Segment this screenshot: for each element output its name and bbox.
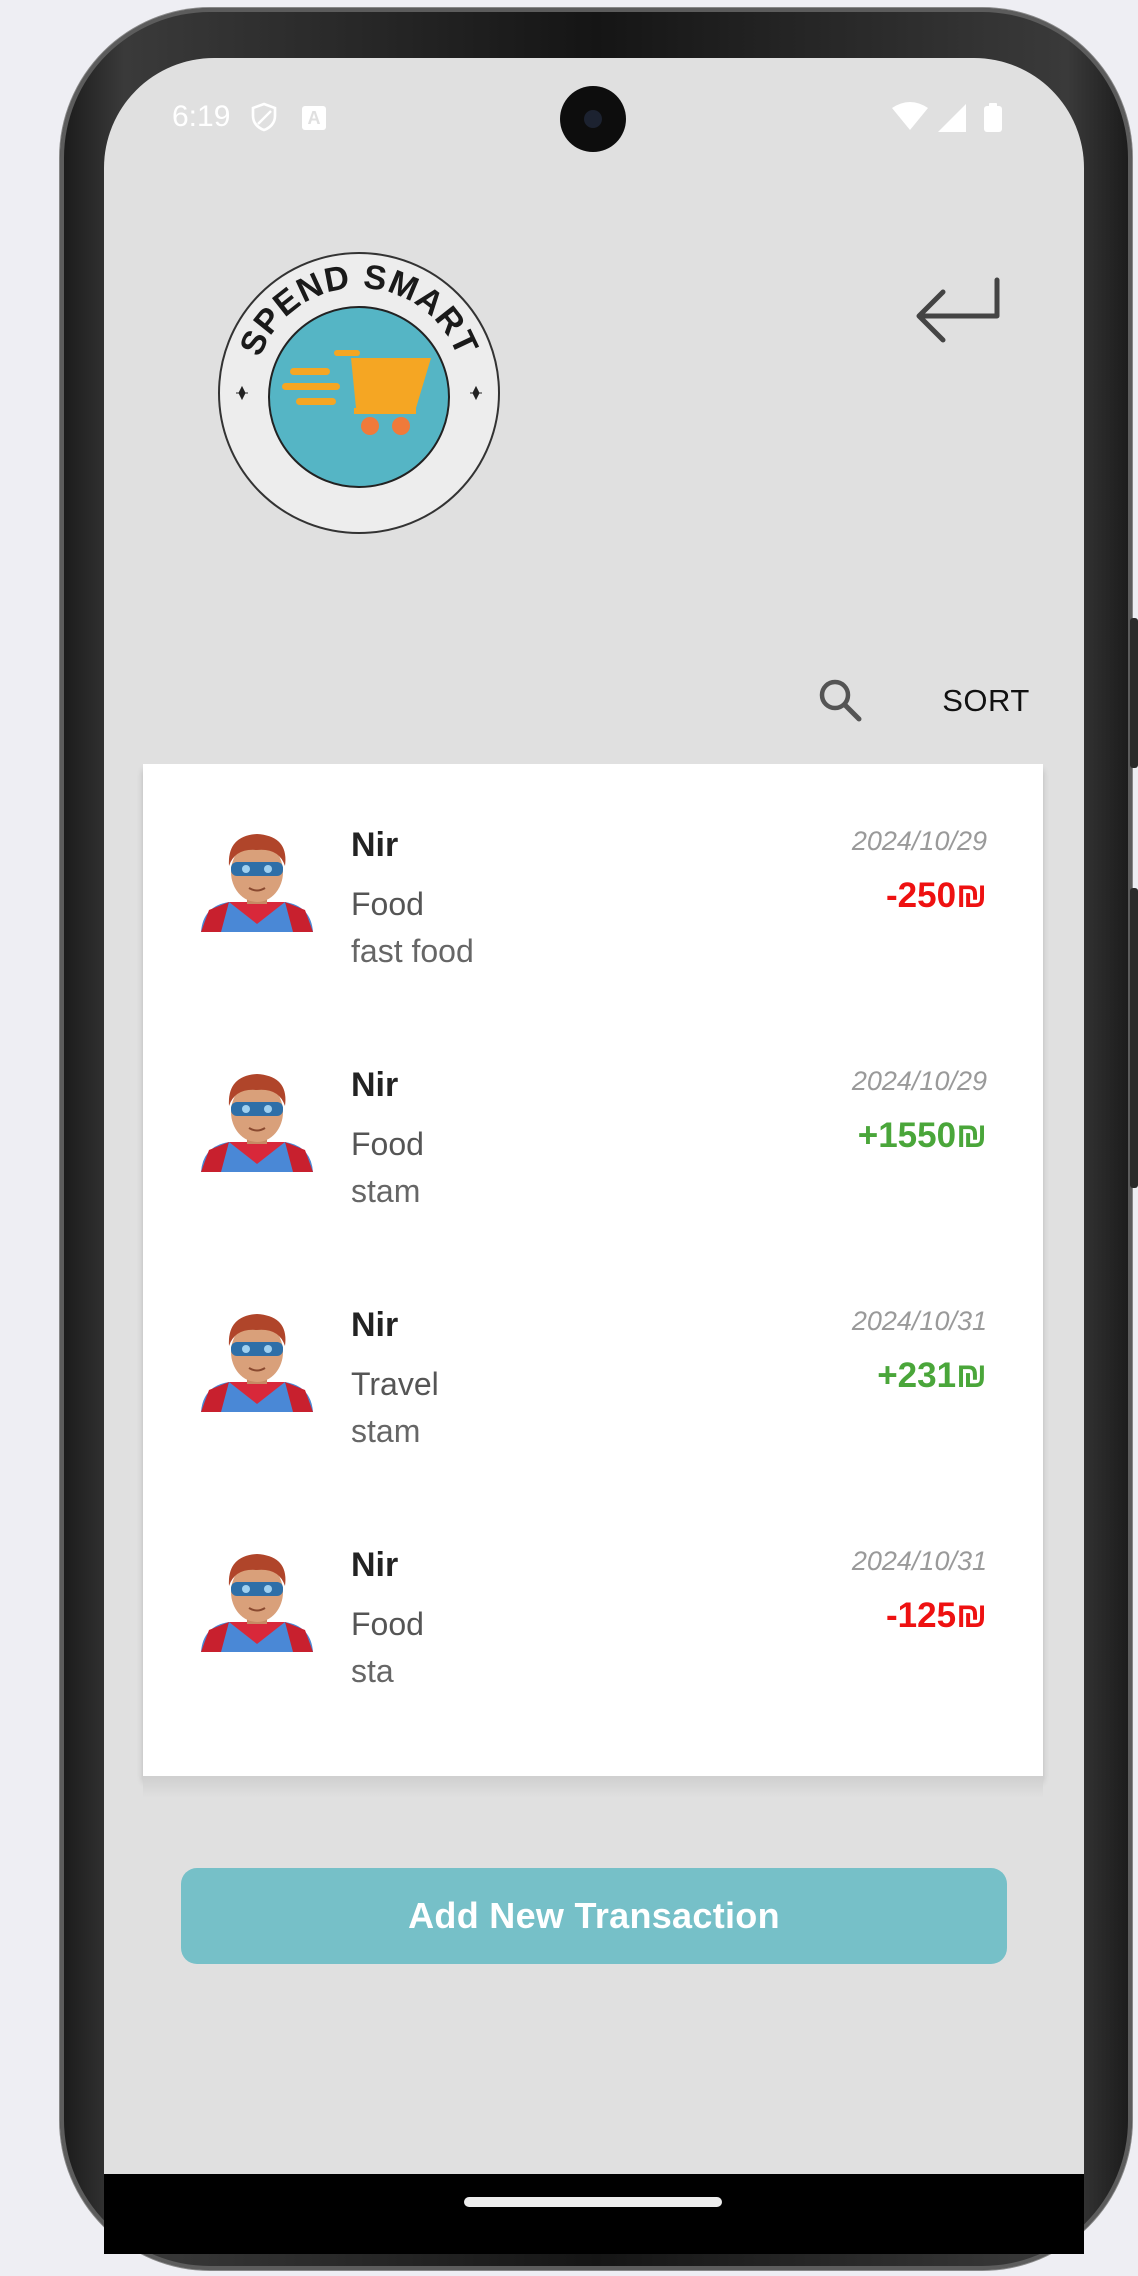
superhero-avatar-icon	[201, 1314, 313, 1412]
app-screen: 6:19 A SPEND SMART SORT Nir Food fast fo…	[104, 58, 1084, 2174]
transaction-row[interactable]: Nir Food stam 2024/10/29 +1550₪	[143, 1004, 1043, 1244]
transaction-date: 2024/10/31	[851, 1546, 987, 1576]
notification-a-icon: A	[302, 106, 326, 130]
back-button[interactable]	[910, 266, 1006, 362]
signal-icon	[938, 104, 966, 132]
sort-button[interactable]: SORT	[916, 676, 1056, 726]
front-camera	[560, 86, 626, 152]
transaction-amount: -250₪	[886, 876, 987, 915]
status-time: 6:19	[172, 100, 231, 133]
superhero-avatar-icon	[201, 1554, 313, 1652]
transaction-category: Food	[351, 886, 424, 922]
return-arrow-icon	[916, 277, 1000, 343]
transaction-amount: +1550₪	[857, 1116, 987, 1155]
spend-smart-logo: SPEND SMART	[218, 252, 500, 534]
transaction-amount: -125₪	[886, 1596, 987, 1635]
transaction-category: Travel	[351, 1366, 439, 1402]
search-button[interactable]	[810, 670, 870, 730]
transaction-name: Nir	[351, 826, 399, 864]
superhero-avatar-icon	[201, 1074, 313, 1172]
transaction-name: Nir	[351, 1066, 399, 1104]
navigation-bar	[104, 2174, 1084, 2254]
list-bottom-edge	[143, 1776, 1043, 1798]
transaction-note: stam	[351, 1413, 421, 1449]
search-icon	[819, 679, 862, 722]
transaction-date: 2024/10/29	[851, 826, 987, 856]
transaction-category: Food	[351, 1126, 424, 1162]
transaction-date: 2024/10/29	[851, 1066, 987, 1096]
transaction-name: Nir	[351, 1306, 399, 1344]
transaction-list[interactable]: Nir Food fast food 2024/10/29 -250₪ Nir	[143, 764, 1043, 1776]
transaction-note: stam	[351, 1173, 421, 1209]
home-indicator[interactable]	[464, 2197, 722, 2207]
transaction-amount: +231₪	[877, 1356, 987, 1395]
wifi-icon	[892, 102, 928, 130]
add-transaction-button[interactable]: Add New Transaction	[181, 1868, 1007, 1964]
transaction-name: Nir	[351, 1546, 399, 1584]
transaction-row[interactable]: Nir Travel stam 2024/10/31 +231₪	[143, 1244, 1043, 1484]
volume-button	[1130, 888, 1138, 1188]
superhero-avatar-icon	[201, 834, 313, 932]
transaction-date: 2024/10/31	[851, 1306, 987, 1336]
transaction-row[interactable]: Nir Food sta 2024/10/31 -125₪	[143, 1484, 1043, 1724]
transaction-note: sta	[351, 1653, 394, 1689]
transaction-note: fast food	[351, 933, 474, 969]
battery-icon	[984, 103, 1002, 132]
status-indicators	[892, 102, 1002, 132]
transaction-row[interactable]: Nir Food fast food 2024/10/29 -250₪	[143, 764, 1043, 1004]
power-button	[1130, 618, 1138, 768]
shield-icon	[251, 102, 277, 132]
transaction-category: Food	[351, 1606, 424, 1642]
